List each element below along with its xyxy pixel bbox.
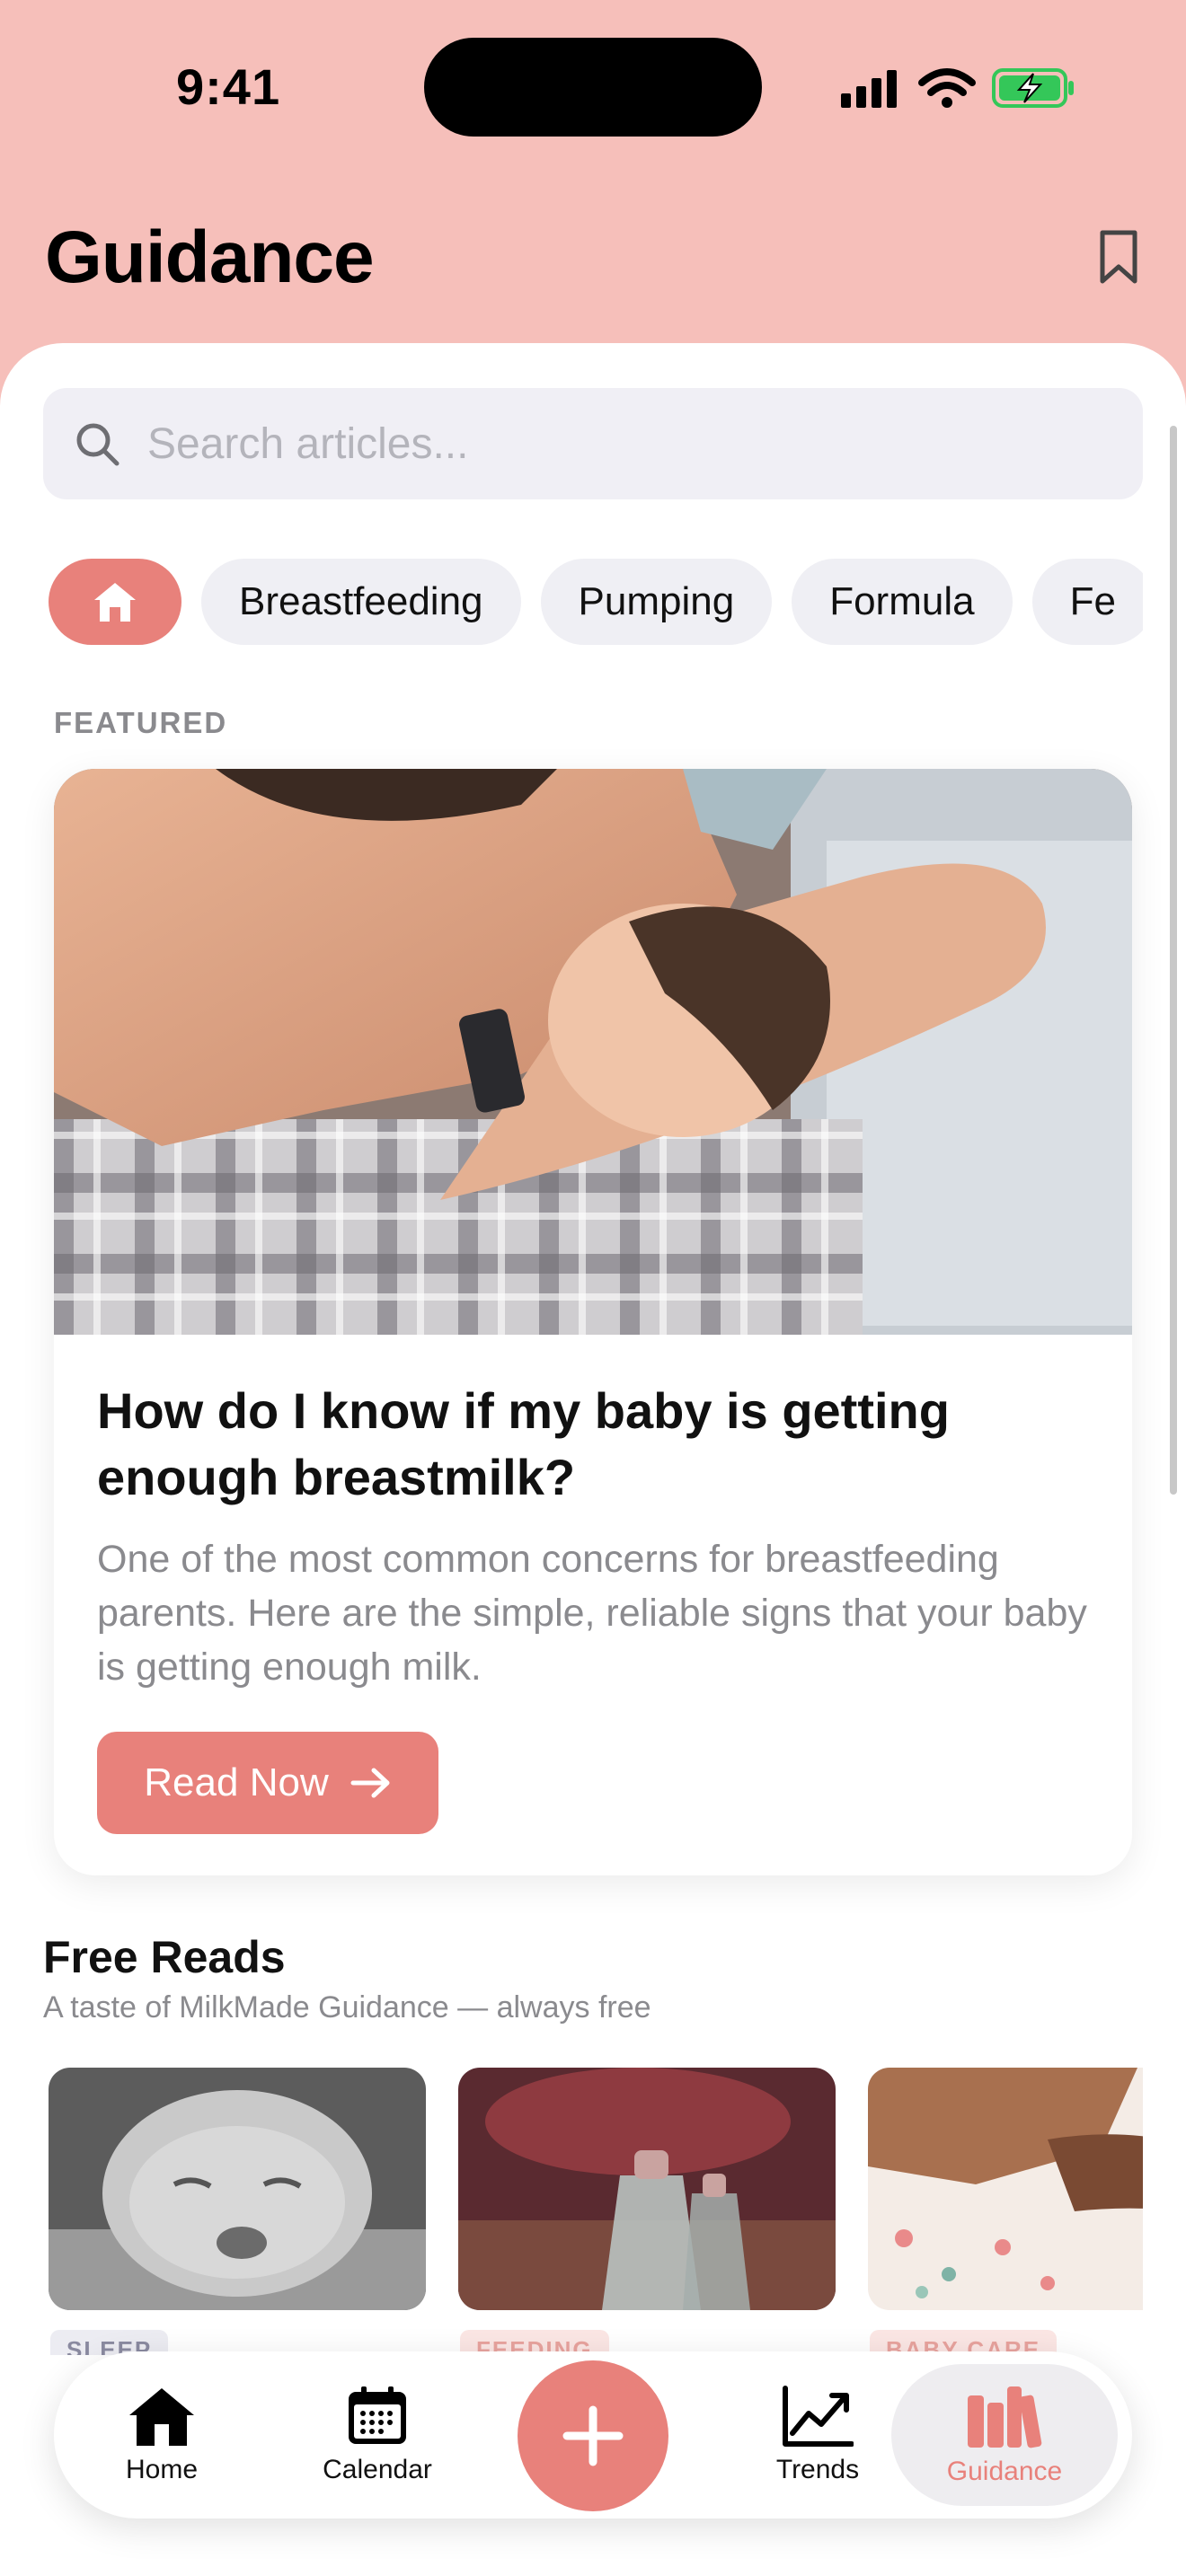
featured-article-card[interactable]: How do I know if my baby is getting enou…: [54, 769, 1132, 1875]
bookmark-icon: [1100, 230, 1137, 284]
chip-fe[interactable]: Fe: [1031, 559, 1143, 645]
featured-description: One of the most common concerns for brea…: [97, 1538, 1087, 1689]
free-reads-title: Free Reads: [43, 1932, 286, 1982]
page-title: Guidance: [45, 216, 375, 298]
status-bar: 9:41: [0, 0, 1186, 171]
search-input[interactable]: Search articles...: [43, 388, 1143, 499]
chip-formula[interactable]: Formula: [792, 559, 1013, 645]
search-placeholder: Search articles...: [147, 419, 469, 468]
featured-section-label: FEATURED: [54, 706, 228, 739]
chip-breastfeeding[interactable]: Breastfeeding: [201, 559, 521, 645]
tab-calendar-label: Calendar: [323, 2455, 432, 2484]
tab-guidance[interactable]: Guidance: [891, 2364, 1118, 2506]
free-read-card-baby-care[interactable]: [868, 2068, 1143, 2310]
free-read-card-sleep[interactable]: [49, 2068, 426, 2310]
read-now-button[interactable]: Read Now: [97, 1732, 438, 1834]
status-icons: [836, 63, 1078, 113]
arrow-right-icon: [350, 1768, 390, 1798]
battery-charging-icon: [992, 68, 1074, 108]
free-read-card-feeding[interactable]: [458, 2068, 836, 2310]
dynamic-island: [424, 38, 762, 137]
tab-bar: Home Calendar Trends Guidance: [54, 2351, 1132, 2519]
bookmark-button[interactable]: [1087, 221, 1150, 293]
home-icon: [129, 2388, 194, 2446]
tab-home-label: Home: [125, 2455, 199, 2484]
free-reads-carousel: SLEEP FEEDING BABY CARE: [49, 2068, 1143, 2355]
category-chips: Breastfeeding Pumping Formula Fe: [49, 559, 1143, 645]
trends-chart-icon: [783, 2386, 854, 2447]
status-time: 9:41: [176, 58, 281, 115]
free-read-image: [458, 2068, 836, 2310]
free-reads-subtitle: A taste of MilkMade Guidance — always fr…: [43, 1990, 651, 2025]
scroll-indicator[interactable]: [1170, 426, 1177, 1495]
free-read-image: [49, 2068, 426, 2310]
books-icon: [968, 2386, 1042, 2448]
tab-guidance-label: Guidance: [946, 2457, 1063, 2486]
add-entry-button[interactable]: [518, 2360, 668, 2511]
calendar-icon: [349, 2386, 406, 2444]
read-now-label: Read Now: [144, 1760, 329, 1804]
chip-pumping[interactable]: Pumping: [540, 559, 773, 645]
home-icon: [94, 583, 136, 622]
tab-trends[interactable]: Trends: [737, 2351, 898, 2519]
featured-image: [54, 769, 1132, 1335]
tab-home[interactable]: Home: [90, 2351, 234, 2519]
tab-trends-label: Trends: [775, 2455, 860, 2484]
cellular-signal-icon: [841, 70, 897, 108]
featured-title[interactable]: How do I know if my baby is getting enou…: [97, 1378, 1094, 1511]
chip-home[interactable]: [49, 559, 181, 645]
plus-icon: [562, 2405, 624, 2466]
tab-calendar[interactable]: Calendar: [296, 2351, 458, 2519]
search-icon: [72, 419, 122, 469]
wifi-icon: [918, 68, 976, 96]
free-read-image: [868, 2068, 1143, 2310]
